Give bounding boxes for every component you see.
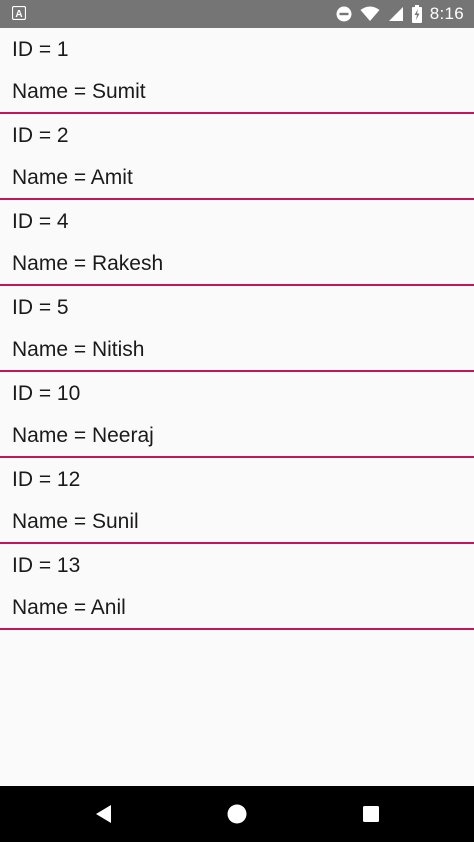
item-id-label: ID = 5	[12, 296, 69, 319]
wifi-icon	[360, 6, 380, 22]
list-item[interactable]: ID = 2 Name = Amit	[0, 114, 474, 200]
item-id-label: ID = 1	[12, 38, 69, 61]
status-icons: 8:16	[336, 0, 464, 28]
app-a-icon: A	[12, 6, 26, 20]
recents-button[interactable]	[341, 786, 401, 842]
list-item[interactable]: ID = 4 Name = Rakesh	[0, 200, 474, 286]
item-name-label: Name = Amit	[12, 166, 133, 189]
item-name-label: Name = Rakesh	[12, 252, 164, 275]
item-id-label: ID = 4	[12, 210, 69, 233]
record-list: ID = 1 Name = Sumit ID = 2 Name = Amit I…	[0, 28, 474, 630]
item-id-label: ID = 13	[12, 554, 81, 577]
dnd-icon	[336, 6, 352, 22]
battery-charging-icon	[411, 5, 422, 23]
navigation-bar	[0, 786, 474, 842]
item-id-label: ID = 2	[12, 124, 69, 147]
list-item[interactable]: ID = 10 Name = Neeraj	[0, 372, 474, 458]
item-id-label: ID = 10	[12, 382, 81, 405]
svg-text:A: A	[15, 9, 22, 20]
home-button[interactable]	[207, 786, 267, 842]
recents-icon	[362, 805, 380, 823]
item-name-label: Name = Sumit	[12, 80, 146, 103]
list-item[interactable]: ID = 13 Name = Anil	[0, 544, 474, 630]
item-id-label: ID = 12	[12, 468, 81, 491]
back-icon	[95, 804, 113, 824]
signal-icon	[388, 6, 404, 22]
item-name-label: Name = Neeraj	[12, 424, 154, 447]
item-name-label: Name = Sunil	[12, 510, 139, 533]
item-name-label: Name = Nitish	[12, 338, 145, 361]
status-time: 8:16	[429, 4, 464, 23]
status-bar: A 8:16	[0, 0, 474, 28]
list-item[interactable]: ID = 12 Name = Sunil	[0, 458, 474, 544]
list-item[interactable]: ID = 1 Name = Sumit	[0, 28, 474, 114]
list-item[interactable]: ID = 5 Name = Nitish	[0, 286, 474, 372]
back-button[interactable]	[74, 786, 134, 842]
home-icon	[227, 804, 247, 824]
item-name-label: Name = Anil	[12, 596, 126, 619]
